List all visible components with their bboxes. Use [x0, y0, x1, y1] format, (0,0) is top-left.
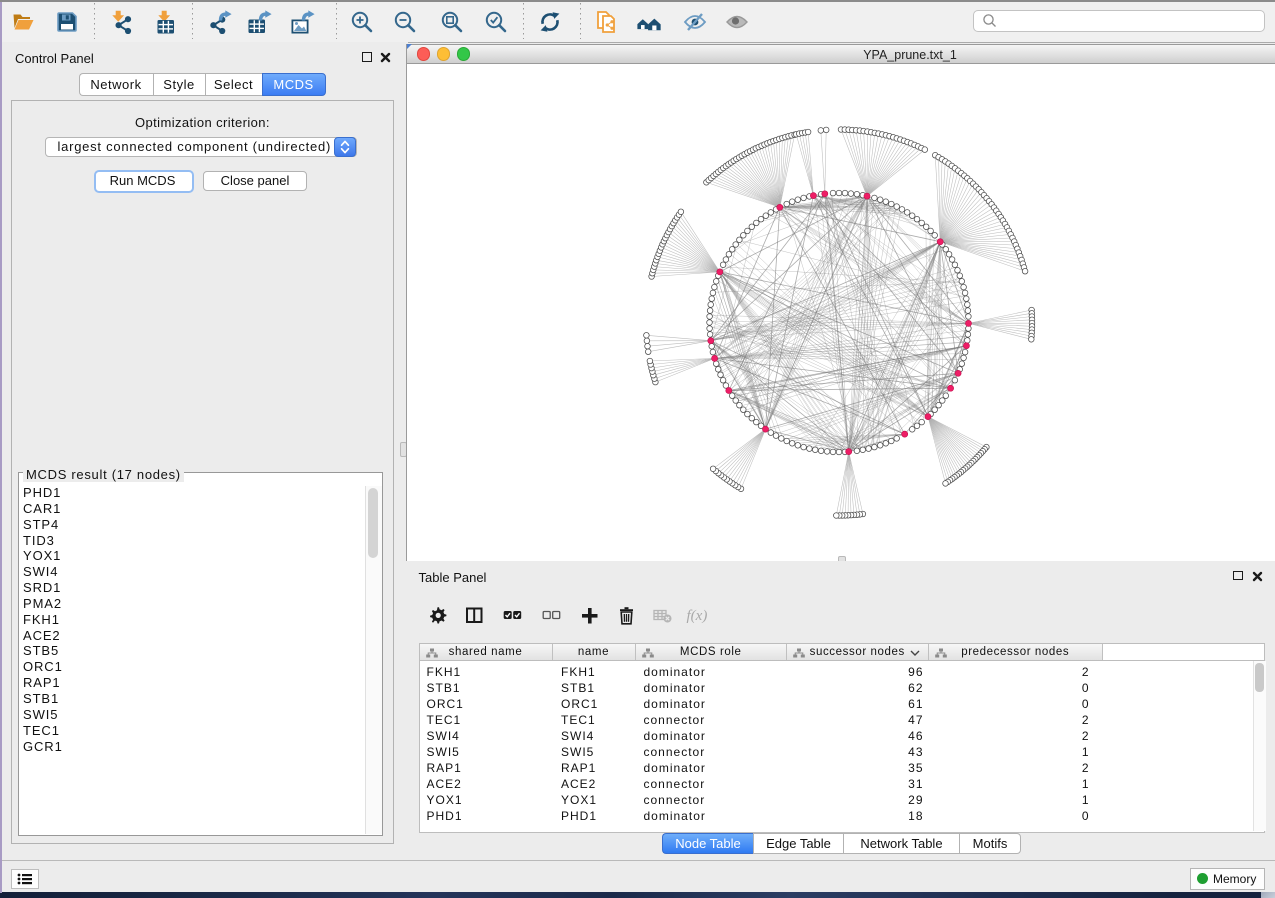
svg-text:f(x): f(x): [687, 608, 708, 624]
